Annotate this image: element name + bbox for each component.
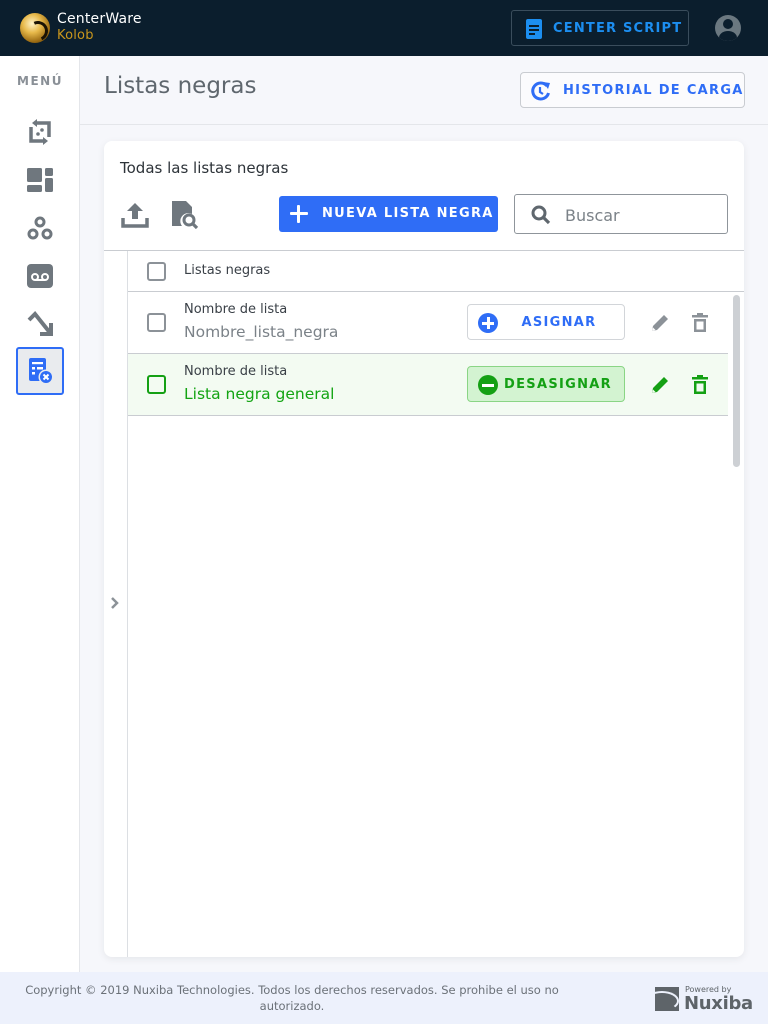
pencil-icon	[652, 315, 668, 331]
assign-button[interactable]: ASIGNAR	[467, 304, 625, 340]
new-blacklist-label: NUEVA LISTA NEGRA	[322, 206, 494, 221]
list-scrollbar[interactable]	[733, 295, 740, 467]
script-document-icon	[526, 19, 542, 39]
table-row: Nombre de lista Lista negra general DESA…	[128, 354, 728, 416]
center-script-label: CENTER SCRIPT	[553, 21, 683, 36]
page-title: Listas negras	[104, 73, 257, 99]
card-title: Todas las listas negras	[120, 159, 289, 177]
page-header: Listas negras HISTORIAL DE CARGA	[80, 56, 768, 125]
menu-label: MENÚ	[17, 74, 63, 88]
dashboard-icon	[27, 168, 53, 192]
sidebar-item-dashboard[interactable]	[16, 156, 64, 204]
top-bar: CenterWare Kolob CENTER SCRIPT	[0, 0, 768, 56]
unassign-label: DESASIGNAR	[504, 377, 612, 392]
upload-button[interactable]	[120, 199, 150, 229]
new-blacklist-button[interactable]: NUEVA LISTA NEGRA	[279, 196, 498, 232]
plus-icon	[289, 204, 309, 224]
blacklists-card: Todas las listas negras NUEVA LISTA NEGR…	[104, 141, 744, 957]
sidebar-item-transfer[interactable]	[16, 108, 64, 156]
footer: Copyright © 2019 Nuxiba Technologies. To…	[0, 972, 768, 1024]
list-name-label: Nombre de lista	[184, 364, 288, 379]
brand-subtitle: Kolob	[57, 28, 94, 43]
powered-by-nuxiba: Powered by Nuxiba	[655, 985, 753, 1014]
expand-panel-button[interactable]	[108, 595, 122, 611]
nuxiba-brand: Nuxiba	[684, 993, 753, 1014]
groups-icon	[27, 216, 53, 240]
list-name-value: Lista negra general	[184, 385, 335, 403]
sidebar: MENÚ	[0, 56, 80, 972]
copyright-text: Copyright © 2019 Nuxiba Technologies. To…	[25, 983, 559, 1013]
assign-label: ASIGNAR	[521, 315, 597, 330]
voicemail-icon	[27, 264, 53, 288]
upload-icon	[121, 203, 149, 228]
edit-button[interactable]	[648, 373, 672, 397]
centerware-logo-icon	[20, 13, 50, 43]
unassign-button[interactable]: DESASIGNAR	[467, 366, 625, 402]
sidebar-item-voicemail[interactable]	[16, 252, 64, 300]
center-script-button[interactable]: CENTER SCRIPT	[511, 10, 689, 46]
upload-history-label: HISTORIAL DE CARGA	[563, 83, 744, 98]
pencil-icon	[652, 377, 668, 393]
list-name-label: Nombre de lista	[184, 302, 288, 317]
table-row: Nombre de lista Nombre_lista_negra ASIGN…	[128, 292, 728, 354]
chevron-right-icon	[111, 597, 119, 609]
call-split-icon	[27, 311, 53, 336]
history-icon	[531, 81, 550, 101]
list-name-value: Nombre_lista_negra	[184, 323, 339, 341]
transfer-cycle-icon	[29, 119, 51, 145]
find-in-page-icon	[172, 201, 199, 230]
sidebar-item-blacklists[interactable]	[16, 347, 64, 395]
delete-button[interactable]	[688, 311, 712, 335]
select-all-checkbox[interactable]	[147, 262, 166, 281]
search-input[interactable]	[565, 203, 715, 227]
brand-name: CenterWare	[57, 11, 142, 27]
table-header: Listas negras	[128, 251, 744, 292]
edit-button[interactable]	[648, 311, 672, 335]
user-account-icon[interactable]	[715, 15, 741, 41]
row-checkbox[interactable]	[147, 313, 166, 332]
sidebar-item-groups[interactable]	[16, 204, 64, 252]
find-in-page-button[interactable]	[170, 199, 200, 230]
blacklist-icon	[29, 358, 54, 385]
upload-history-button[interactable]: HISTORIAL DE CARGA	[520, 72, 745, 108]
delete-button[interactable]	[688, 373, 712, 397]
sidebar-item-call-split[interactable]	[16, 300, 64, 348]
nuxiba-logo-icon	[655, 987, 679, 1011]
search-box	[514, 194, 728, 234]
trash-icon	[692, 375, 708, 394]
search-icon	[531, 205, 551, 225]
trash-icon	[692, 313, 708, 332]
row-checkbox[interactable]	[147, 375, 166, 394]
column-header-blacklists: Listas negras	[184, 263, 271, 278]
